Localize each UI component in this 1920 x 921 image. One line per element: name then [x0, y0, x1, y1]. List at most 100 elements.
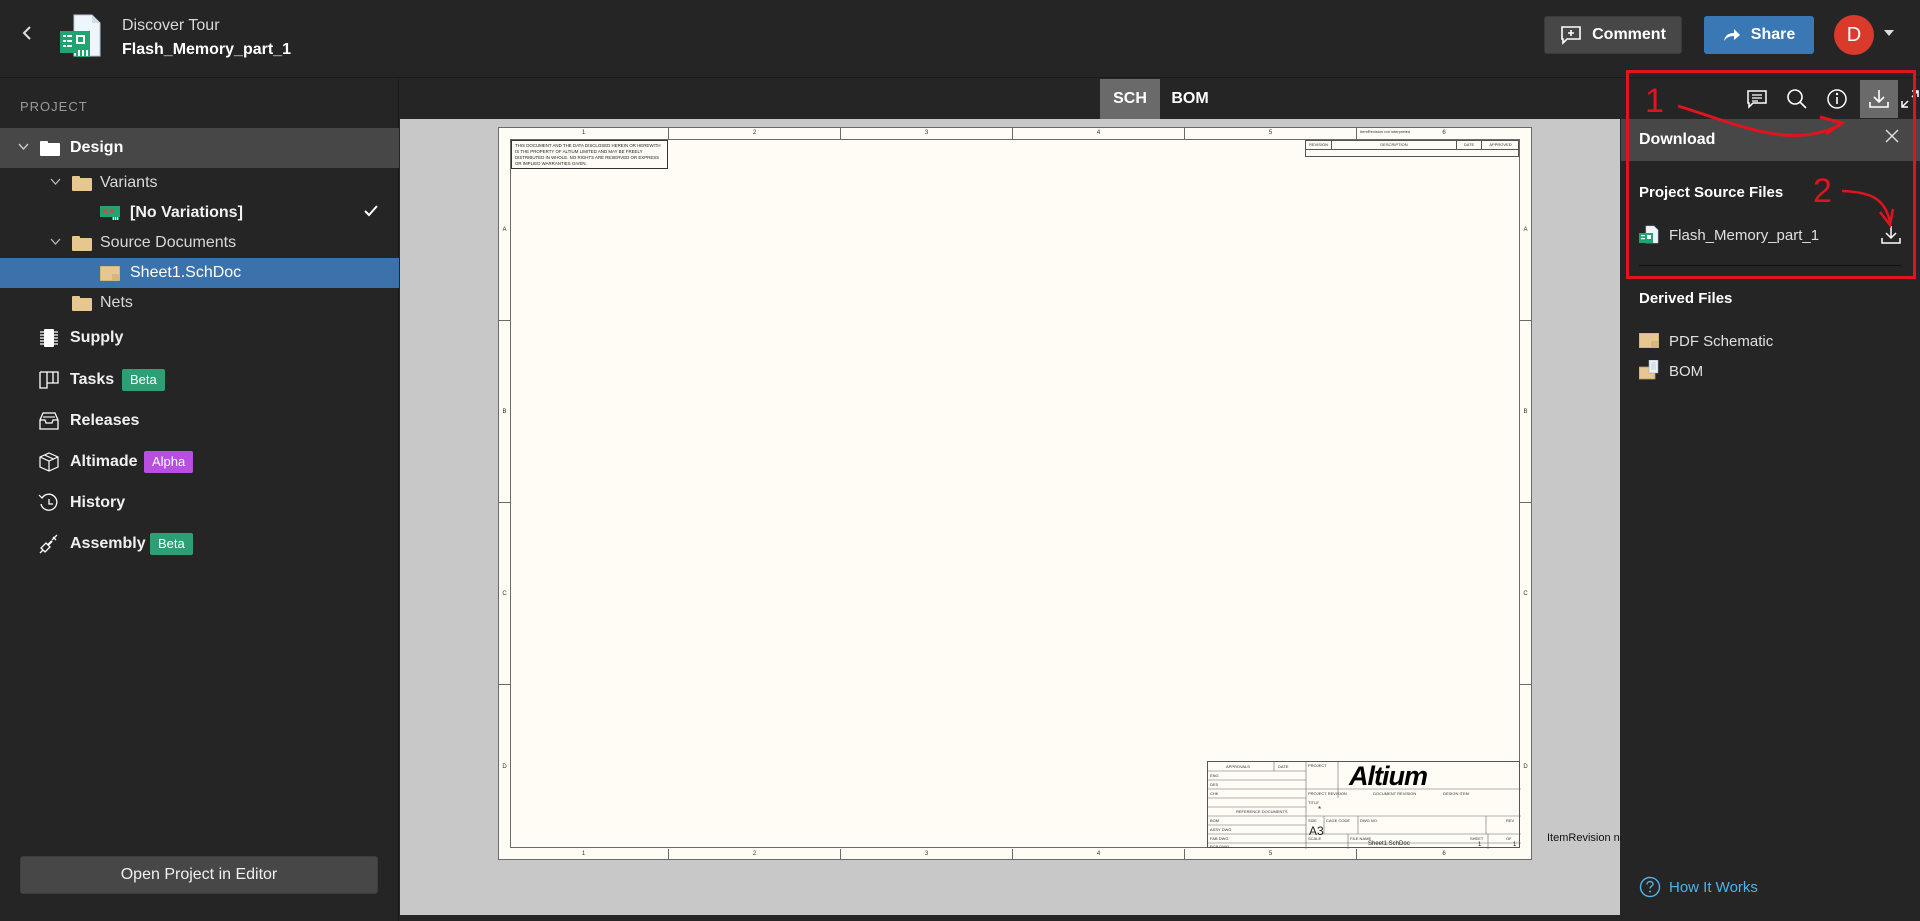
tree-item-design[interactable]: Design	[0, 128, 399, 168]
annotation-step-2: 2	[1813, 172, 1832, 210]
sheet-number: 1	[1478, 842, 1482, 848]
title-block: APPROVALS DATE PROJECT ENG DES CHK PROJE…	[1207, 761, 1521, 849]
bom-icon	[1638, 359, 1659, 380]
share-button[interactable]: Share	[1704, 16, 1814, 54]
tb-label: BOM	[1210, 818, 1220, 823]
tb-label: CAGE CODE	[1326, 818, 1351, 823]
tree-item-source-documents[interactable]: Source Documents	[0, 228, 399, 258]
info-button[interactable]	[1818, 80, 1856, 118]
tb-label: ENG	[1210, 773, 1219, 778]
zone-label: C	[1520, 503, 1531, 685]
nav-item-history[interactable]: History	[0, 486, 399, 520]
tb-label: DWG NO.	[1360, 818, 1378, 823]
title-block: Discover Tour Flash_Memory_part_1	[122, 16, 291, 61]
download-icon	[1869, 90, 1889, 108]
right-panel: Download Project Source Files Flash_Memo…	[1621, 79, 1920, 921]
tree-item-nets[interactable]: Nets	[0, 288, 399, 318]
zone-label: 2	[669, 128, 841, 139]
zone-label: A	[499, 139, 510, 321]
zone-label: 3	[841, 849, 1013, 860]
zone-label: 5	[1185, 849, 1357, 860]
derived-file-bom[interactable]: BOM	[1638, 359, 1839, 383]
open-project-in-editor-button[interactable]: Open Project in Editor	[20, 856, 378, 894]
download-title: Download	[1639, 131, 1716, 148]
share-label: Share	[1750, 26, 1796, 43]
divider	[1639, 265, 1901, 266]
zone-label: A	[1520, 139, 1531, 321]
zone-label: 4	[1013, 128, 1185, 139]
user-avatar[interactable]: D	[1834, 15, 1874, 55]
zone-label: 5	[1185, 128, 1357, 139]
derived-file-name: PDF Schematic	[1669, 332, 1774, 350]
chevron-down-icon[interactable]	[50, 238, 61, 248]
beta-badge: Beta	[150, 533, 193, 555]
nav-label: Altimade	[70, 453, 138, 470]
source-file-item[interactable]: Flash_Memory_part_1	[1639, 223, 1901, 247]
search-button[interactable]	[1778, 80, 1816, 118]
chevron-left-icon	[22, 26, 31, 40]
tab-sch[interactable]: SCH	[1100, 79, 1160, 119]
tb-label: DATE	[1278, 764, 1289, 769]
download-file-icon[interactable]	[1881, 224, 1901, 251]
annotation-step-1: 1	[1645, 82, 1664, 120]
derived-files-heading: Derived Files	[1639, 290, 1733, 307]
tree-item-no-variations[interactable]: [No Variations]	[0, 198, 399, 228]
kanban-icon	[38, 369, 60, 391]
nav-item-tasks[interactable]: Tasks Beta	[0, 363, 399, 397]
download-panel-header: Download	[1621, 119, 1920, 161]
rev-header: DATE	[1457, 141, 1482, 149]
schematic-canvas[interactable]: 1 2 3 4 5 6 1 2 3 4 5 6 A B C D A B C D …	[400, 119, 1685, 915]
download-button[interactable]	[1860, 80, 1898, 118]
tree-item-variants[interactable]: Variants	[0, 168, 399, 198]
nav-label: Releases	[70, 412, 140, 429]
altium-logo: Altium	[1349, 761, 1428, 791]
help-icon	[1639, 876, 1661, 898]
viewer-tabs: SCH BOM	[400, 79, 1620, 119]
nav-label: Supply	[70, 329, 124, 346]
project-source-files-heading: Project Source Files	[1639, 184, 1784, 201]
chevron-down-icon[interactable]	[18, 143, 29, 153]
tree-label: Source Documents	[100, 234, 237, 251]
nav-item-altimade[interactable]: Altimade Alpha	[0, 445, 399, 479]
caret-down-icon[interactable]	[1884, 30, 1894, 36]
tree-item-sheet1[interactable]: Sheet1.SchDoc	[0, 258, 399, 288]
tree-label: Variants	[100, 174, 158, 191]
schematic-doc-icon	[99, 265, 121, 281]
comments-button[interactable]	[1738, 80, 1776, 118]
checkmark-icon	[364, 204, 378, 222]
tb-label: ASSY DWG	[1210, 827, 1232, 832]
nav-item-assembly[interactable]: Assembly Beta	[0, 527, 399, 561]
document-viewer: SCH BOM 1 2 3 4 5 6 1 2 3 4 5 6 A B C D …	[400, 79, 1685, 921]
tree-label: Nets	[100, 294, 133, 311]
project-icon	[58, 14, 102, 60]
rev-header: REVISION	[1306, 141, 1332, 149]
nav-item-releases[interactable]: Releases	[0, 404, 399, 438]
how-it-works-link[interactable]: How It Works	[1639, 875, 1758, 899]
zone-label: 2	[669, 849, 841, 860]
project-icon	[1639, 225, 1659, 245]
copyright-notice: THIS DOCUMENT AND THE DATA DISCLOSED HER…	[511, 140, 668, 169]
comment-button[interactable]: Comment	[1544, 16, 1682, 54]
tb-label: DOCUMENT REVISION	[1373, 791, 1417, 796]
beta-badge: Beta	[122, 369, 165, 391]
tb-label: REV	[1506, 818, 1515, 823]
zone-label: 1	[499, 849, 669, 860]
sheet-size: A3	[1309, 824, 1324, 838]
back-button[interactable]	[20, 22, 40, 46]
nav-item-supply[interactable]: Supply	[0, 321, 399, 355]
workspace-name: Discover Tour	[122, 17, 220, 34]
panel-toolbar	[1621, 79, 1920, 119]
zone-label: B	[1520, 321, 1531, 503]
tree-label: Design	[70, 139, 124, 156]
folder-icon	[72, 235, 92, 251]
derived-file-pdf-schematic[interactable]: PDF Schematic	[1638, 329, 1839, 353]
chevron-down-icon[interactable]	[50, 178, 61, 188]
info-icon	[1827, 89, 1847, 109]
tab-bom[interactable]: BOM	[1160, 79, 1220, 119]
chip-icon	[38, 327, 60, 349]
fullscreen-button[interactable]	[1900, 80, 1920, 118]
rev-header: APPROVED	[1489, 142, 1512, 147]
close-icon[interactable]	[1884, 127, 1900, 150]
comment-label: Comment	[1592, 26, 1666, 43]
tree-label: [No Variations]	[130, 204, 243, 221]
